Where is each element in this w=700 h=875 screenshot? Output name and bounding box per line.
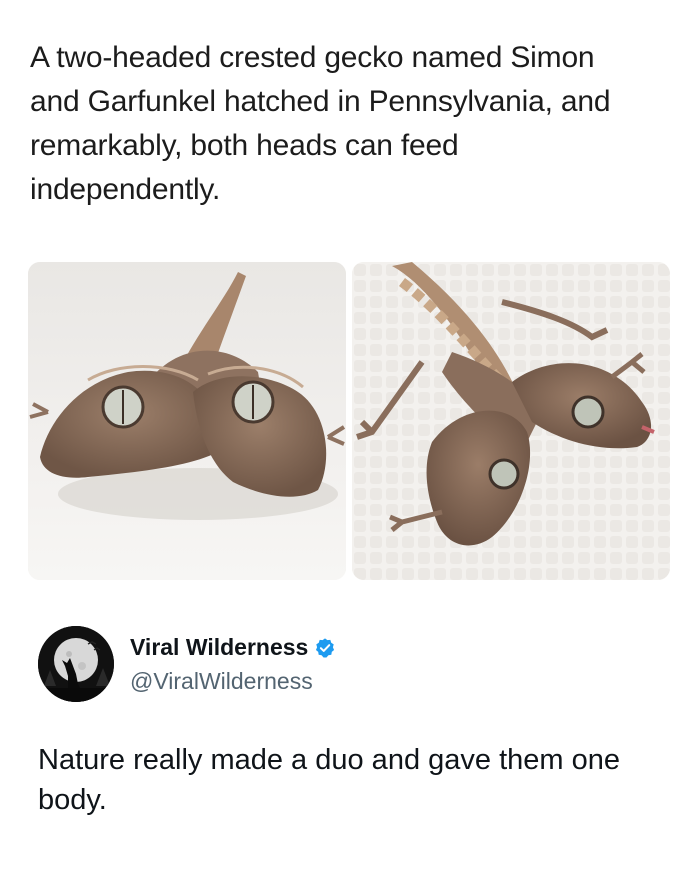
display-name[interactable]: Viral Wilderness xyxy=(130,634,308,661)
account-handle[interactable]: @ViralWilderness xyxy=(130,668,313,695)
gecko-photo-front xyxy=(28,262,346,580)
tweet-text: Nature really made a duo and gave them o… xyxy=(38,744,620,816)
headline: A two-headed crested gecko named Simon a… xyxy=(30,41,611,206)
verified-badge-icon xyxy=(314,637,336,659)
account-name-row[interactable]: Viral Wilderness xyxy=(130,634,336,661)
gecko-photo-top xyxy=(352,262,670,580)
wolf-howling-moon-logo xyxy=(38,626,114,702)
avatar[interactable] xyxy=(38,626,114,702)
gecko-top-image xyxy=(352,262,670,580)
gecko-front-image xyxy=(28,262,346,580)
